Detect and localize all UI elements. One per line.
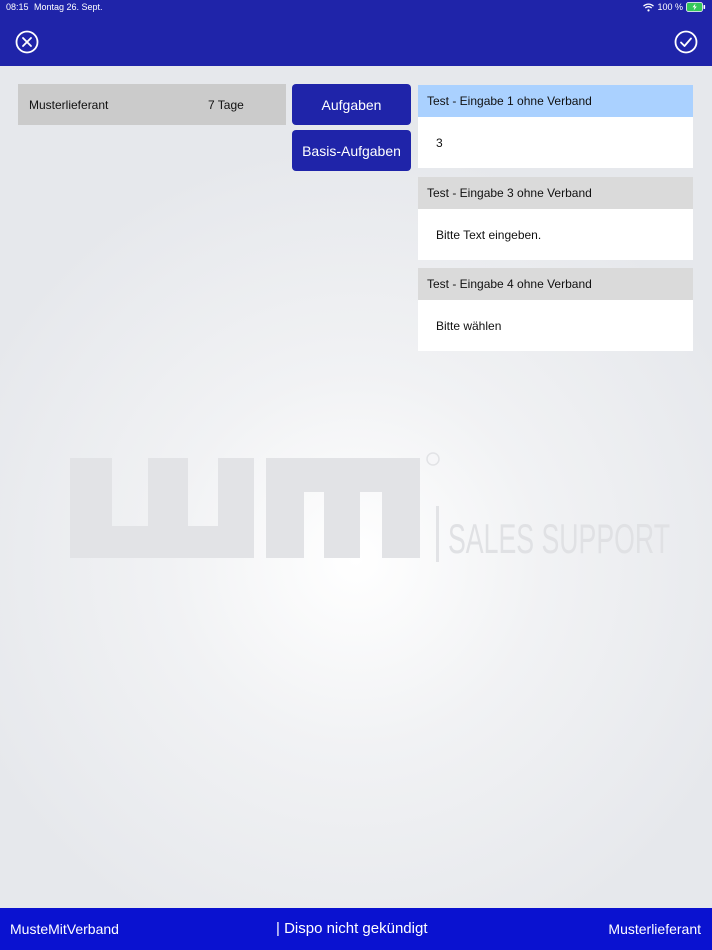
wifi-icon [643, 2, 655, 12]
bottom-dispo-status: | Dispo nicht gekündigt [276, 920, 428, 937]
tasks-button[interactable]: Aufgaben [292, 84, 411, 125]
status-indicators: 100 % [643, 2, 706, 12]
bottom-status-bar: MusteMitVerband | Dispo nicht gekündigt … [0, 908, 712, 950]
bottom-supplier-label: Musterlieferant [608, 921, 701, 937]
supplier-row[interactable]: Musterlieferant 7 Tage [18, 84, 286, 125]
task-card-4: Test - Eingabe 4 ohne Verband Bitte wähl… [418, 268, 693, 351]
bottom-association-label: MusteMitVerband [10, 921, 119, 937]
status-date: Montag 26. Sept. [34, 2, 103, 12]
task-card-title: Test - Eingabe 1 ohne Verband [418, 85, 693, 117]
supplier-days: 7 Tage [208, 98, 244, 112]
check-circle-icon [674, 30, 698, 54]
close-circle-icon [15, 30, 39, 54]
top-navigation-bar: 08:15 Montag 26. Sept. 100 % [0, 0, 712, 66]
battery-charging-icon [686, 2, 706, 12]
battery-percentage: 100 % [657, 2, 683, 12]
task-text-input-field[interactable]: Bitte Text eingeben. [418, 209, 693, 260]
task-card-3: Test - Eingabe 3 ohne Verband Bitte Text… [418, 177, 693, 260]
close-button[interactable] [15, 30, 39, 54]
task-select-field[interactable]: Bitte wählen [418, 300, 693, 351]
supplier-name: Musterlieferant [29, 98, 109, 112]
confirm-button[interactable] [674, 30, 698, 54]
basis-tasks-button[interactable]: Basis-Aufgaben [292, 130, 411, 171]
brand-watermark: SALES SUPPORT [70, 452, 670, 562]
status-time: 08:15 [6, 2, 29, 12]
task-card-title: Test - Eingabe 4 ohne Verband [418, 268, 693, 300]
watermark-tagline: SALES SUPPORT [448, 515, 670, 562]
task-card-title: Test - Eingabe 3 ohne Verband [418, 177, 693, 209]
task-card-1: Test - Eingabe 1 ohne Verband 3 [418, 85, 693, 168]
task-input-field[interactable]: 3 [418, 117, 693, 168]
